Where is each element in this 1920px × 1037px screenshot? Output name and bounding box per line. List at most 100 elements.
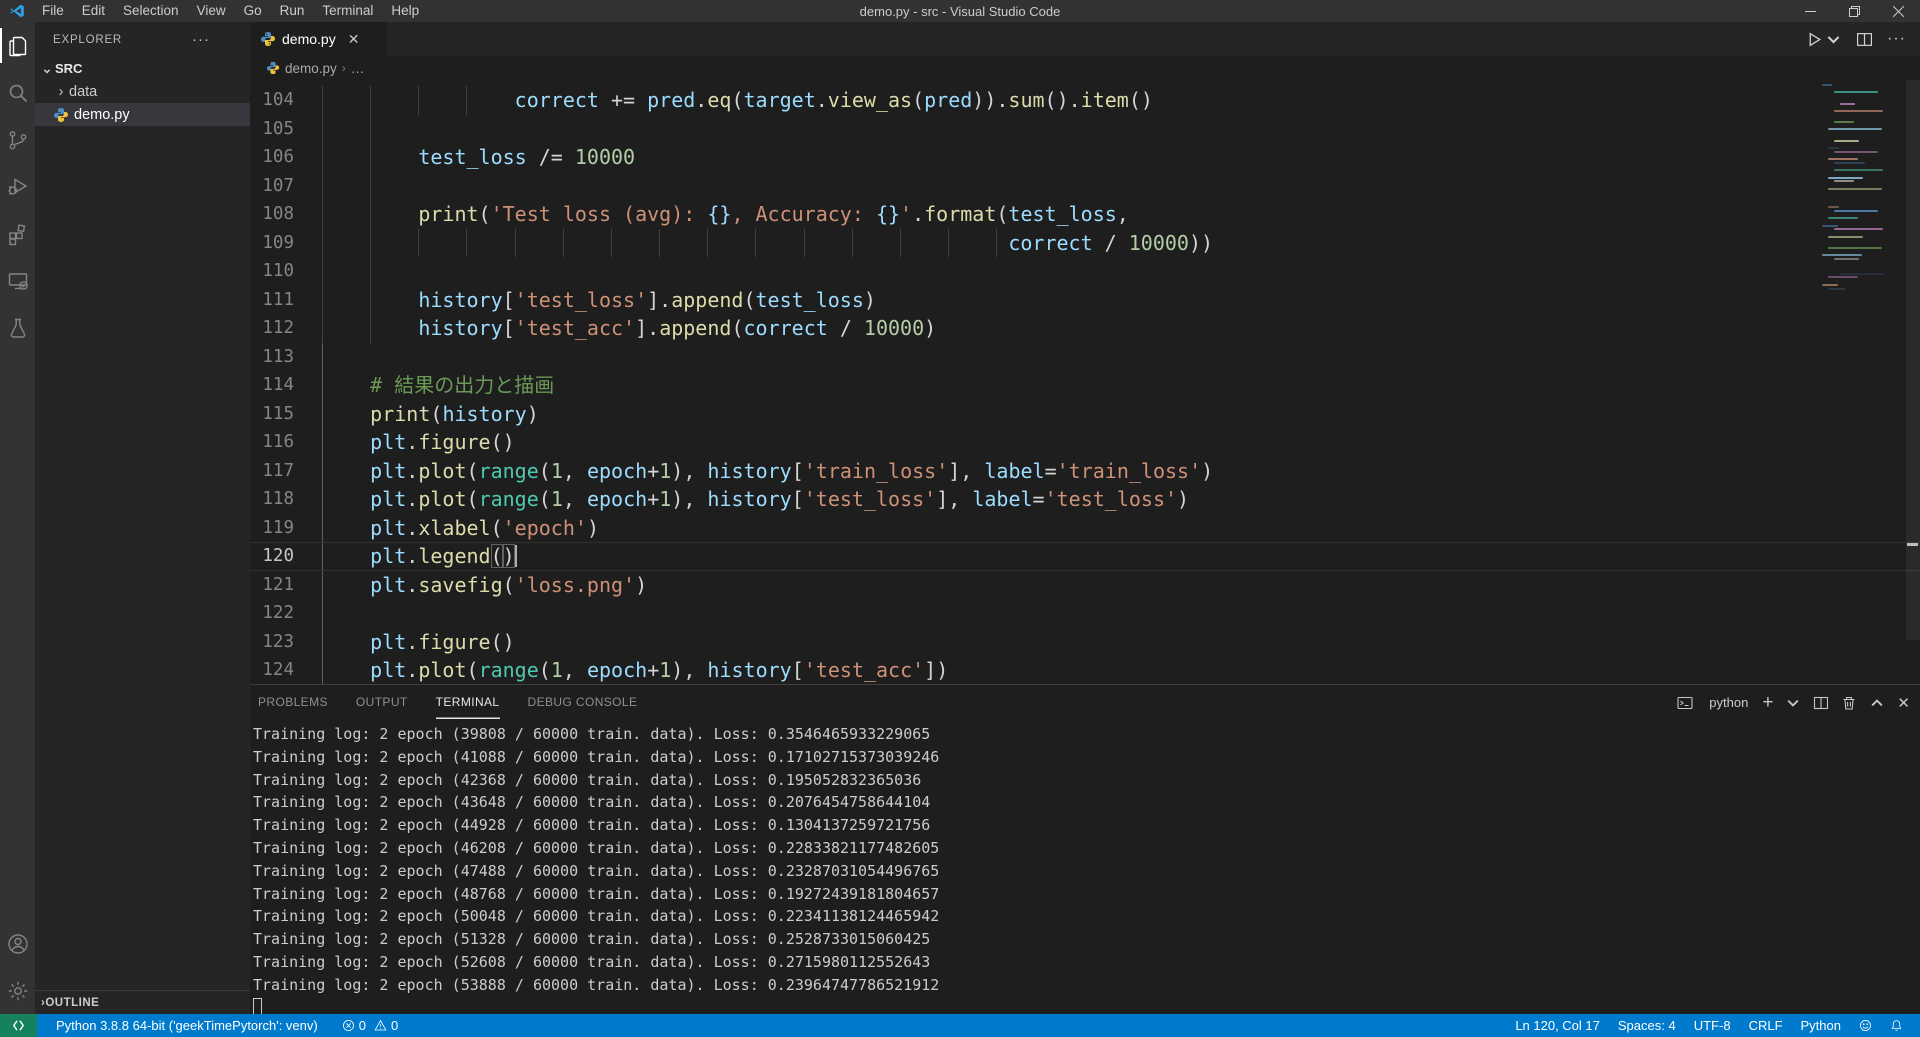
code-line-106[interactable]: 106 test_loss /= 10000 [250,143,1920,172]
code-line-109[interactable]: 109 correct / 10000)) [250,229,1920,258]
testing-icon[interactable] [0,304,35,351]
indentation-status[interactable]: Spaces: 4 [1609,1014,1685,1037]
source-control-icon[interactable] [0,116,35,163]
code-line-120[interactable]: 120 plt.legend() [250,542,1920,571]
outline-section[interactable]: › OUTLINE [35,990,250,1014]
search-icon[interactable] [0,69,35,116]
explorer-more-actions[interactable]: ··· [192,31,210,48]
menu-view[interactable]: View [188,0,235,22]
feedback-smiley-icon[interactable] [1850,1014,1881,1037]
menu-go[interactable]: Go [235,0,271,22]
panel-tab-problems[interactable]: PROBLEMS [258,686,328,719]
terminal-line: Training log: 2 epoch (47488 / 60000 tra… [253,860,1920,883]
tab-label: demo.py [282,31,336,47]
problems-status[interactable]: 0 0 [335,1014,405,1037]
line-number: 122 [250,599,294,628]
code-line-104[interactable]: 104 correct += pred.eq(target.view_as(pr… [250,86,1920,115]
split-terminal-icon[interactable] [1813,695,1829,711]
tree-item-demo-py[interactable]: demo.py [35,103,250,126]
tree-item-data[interactable]: ›data [35,80,250,103]
code-line-116[interactable]: 116 plt.figure() [250,428,1920,457]
chevron-down-icon: ⌄ [39,61,55,77]
code-line-105[interactable]: 105 [250,115,1920,144]
tab-close-icon[interactable]: ✕ [346,31,362,48]
code-editor[interactable]: 104 correct += pred.eq(target.view_as(pr… [250,80,1920,684]
status-bar: Python 3.8.8 64-bit ('geekTimePytorch': … [0,1014,1920,1037]
remote-explorer-icon[interactable] [0,257,35,304]
panel-tab-debug-console[interactable]: DEBUG CONSOLE [528,686,638,719]
code-line-110[interactable]: 110 [250,257,1920,286]
code-line-124[interactable]: 124 plt.plot(range(1, epoch+1), history[… [250,656,1920,684]
code-line-112[interactable]: 112 history['test_acc'].append(correct /… [250,314,1920,343]
tree-item-label: data [69,84,97,100]
breadcrumb-symbol[interactable]: … [351,61,365,76]
kill-terminal-trash-icon[interactable] [1841,695,1857,711]
line-number: 123 [250,628,294,657]
sidebar-empty-space [35,126,250,990]
run-python-file-button[interactable] [1806,31,1842,48]
terminal-line: Training log: 2 epoch (41088 / 60000 tra… [253,746,1920,769]
extensions-icon[interactable] [0,210,35,257]
close-window-button[interactable] [1876,0,1920,22]
maximize-panel-chevron-icon[interactable] [1869,695,1885,711]
menu-edit[interactable]: Edit [73,0,114,22]
eol-status[interactable]: CRLF [1740,1014,1792,1037]
cursor-position-status[interactable]: Ln 120, Col 17 [1506,1014,1609,1037]
code-line-115[interactable]: 115 print(history) [250,400,1920,429]
restore-button[interactable] [1832,0,1876,22]
settings-gear-icon[interactable] [0,967,35,1014]
panel-tab-terminal[interactable]: TERMINAL [436,686,500,719]
python-interpreter-status[interactable]: Python 3.8.8 64-bit ('geekTimePytorch': … [49,1014,325,1037]
code-line-121[interactable]: 121 plt.savefig('loss.png') [250,571,1920,600]
code-line-111[interactable]: 111 history['test_loss'].append(test_los… [250,286,1920,315]
encoding-status[interactable]: UTF-8 [1685,1014,1740,1037]
code-line-117[interactable]: 117 plt.plot(range(1, epoch+1), history[… [250,457,1920,486]
terminal-output[interactable]: Training log: 2 epoch (39808 / 60000 tra… [250,720,1920,1014]
close-panel-icon[interactable]: ✕ [1897,694,1910,712]
terminal-dropdown-chevron-icon[interactable] [1785,695,1801,711]
code-line-108[interactable]: 108 print('Test loss (avg): {}, Accuracy… [250,200,1920,229]
code-line-114[interactable]: 114 # 結果の出力と描画 [250,371,1920,400]
vscode-logo-icon [9,3,25,19]
run-debug-icon[interactable] [0,163,35,210]
breadcrumb-file[interactable]: demo.py [285,61,337,76]
split-editor-icon[interactable] [1856,31,1873,48]
line-number: 124 [250,656,294,684]
notifications-bell-icon[interactable] [1881,1014,1912,1037]
menu-terminal[interactable]: Terminal [313,0,382,22]
editor-scrollbar[interactable] [1906,80,1920,640]
line-number: 119 [250,514,294,543]
terminal-shell-label[interactable]: python [1709,695,1748,710]
folder-root-src[interactable]: ⌄ SRC [35,57,250,80]
explorer-icon[interactable] [0,22,35,69]
editor-more-actions-icon[interactable]: ··· [1887,30,1906,48]
language-mode-status[interactable]: Python [1792,1014,1850,1037]
code-line-123[interactable]: 123 plt.figure() [250,628,1920,657]
warning-icon [374,1019,387,1032]
activity-bar-spacer [0,351,35,920]
breadcrumb[interactable]: demo.py › … [250,56,1920,80]
line-number: 113 [250,343,294,372]
menu-selection[interactable]: Selection [114,0,188,22]
menu-help[interactable]: Help [382,0,428,22]
accounts-icon[interactable] [0,920,35,967]
panel-tab-output[interactable]: OUTPUT [356,686,408,719]
code-line-text: history['test_loss'].append(test_loss) [322,286,876,315]
tab-demo-py[interactable]: demo.py ✕ [250,22,388,56]
code-line-119[interactable]: 119 plt.xlabel('epoch') [250,514,1920,543]
code-line-122[interactable]: 122 [250,599,1920,628]
new-terminal-icon[interactable]: + [1762,695,1773,711]
python-file-icon [260,31,276,47]
code-line-107[interactable]: 107 [250,172,1920,201]
code-line-118[interactable]: 118 plt.plot(range(1, epoch+1), history[… [250,485,1920,514]
menu-file[interactable]: File [33,0,73,22]
minimize-button[interactable] [1788,0,1832,22]
minimap[interactable] [1822,84,1894,299]
line-number: 118 [250,485,294,514]
code-line-113[interactable]: 113 [250,343,1920,372]
remote-indicator[interactable] [0,1014,37,1037]
editor-tab-bar: demo.py ✕ ··· [250,22,1920,56]
line-number: 121 [250,571,294,600]
explorer-title: EXPLORER [53,34,192,46]
menu-run[interactable]: Run [271,0,314,22]
